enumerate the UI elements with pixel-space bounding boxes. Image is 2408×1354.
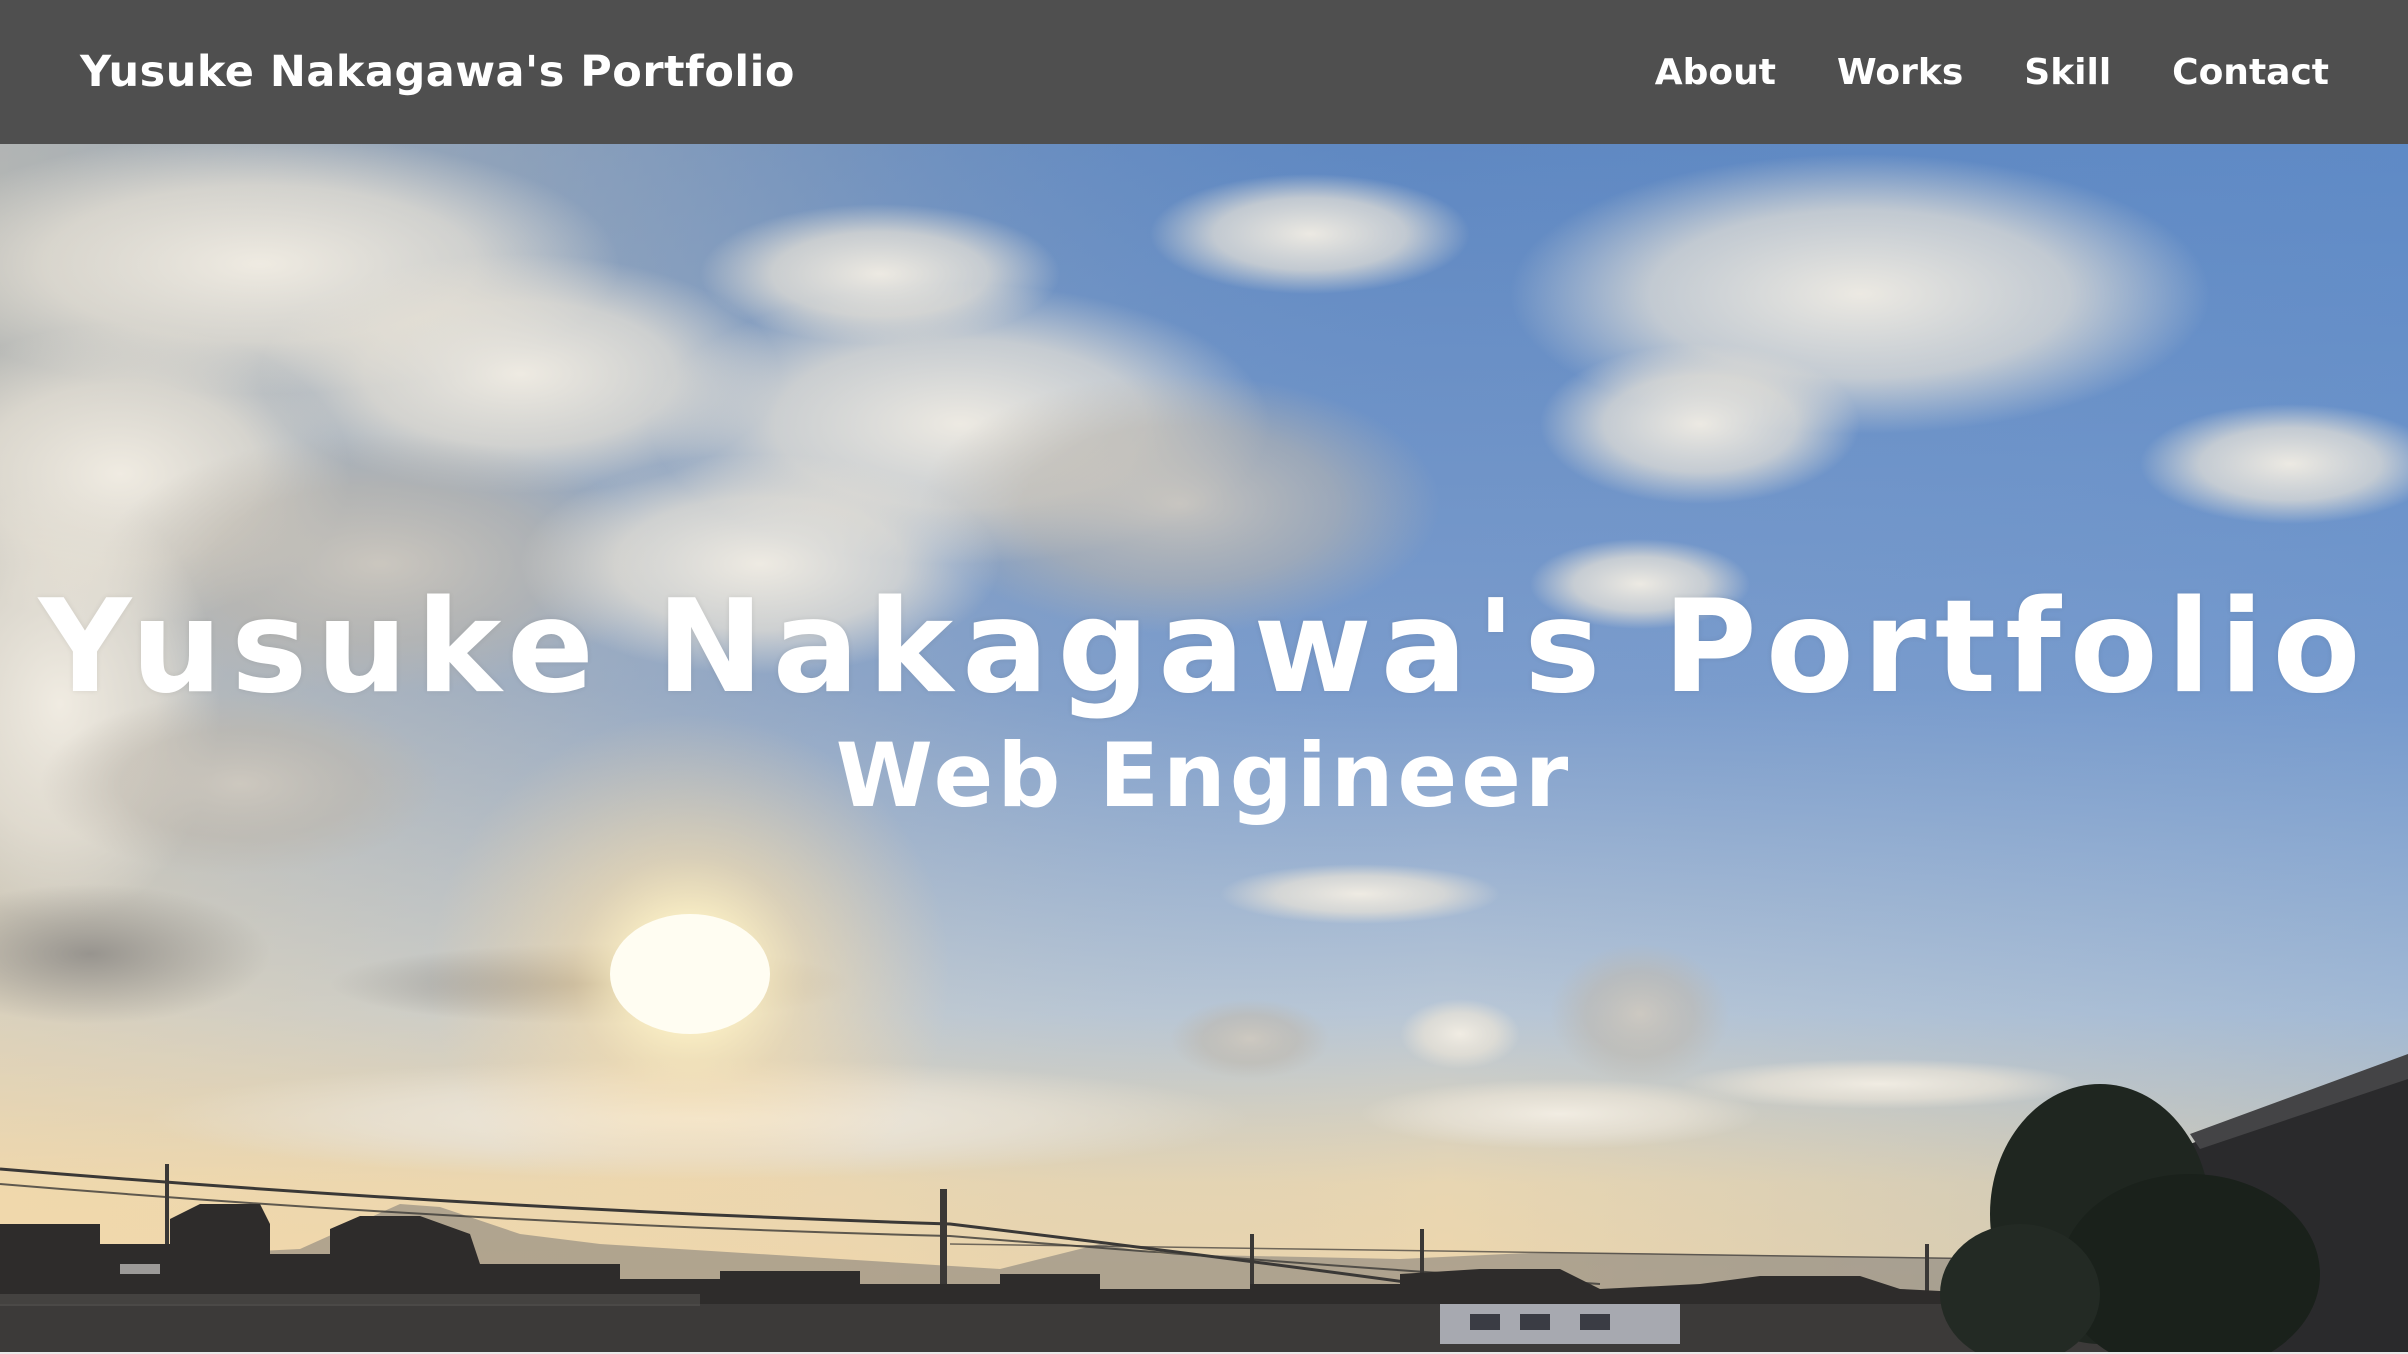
site-title[interactable]: Yusuke Nakagawa's Portfolio bbox=[80, 47, 795, 97]
nav-works-link[interactable]: Works bbox=[1837, 52, 1963, 93]
nav-contact-link[interactable]: Contact bbox=[2172, 52, 2329, 93]
nav-skill-link[interactable]: Skill bbox=[2024, 52, 2111, 93]
hero-subtitle: Web Engineer bbox=[835, 724, 1573, 827]
main-nav: About Works Skill Contact bbox=[1655, 52, 2329, 93]
hero-title: Yusuke Nakagawa's Portfolio bbox=[38, 573, 2370, 722]
hero-section: Yusuke Nakagawa's Portfolio Web Engineer bbox=[0, 144, 2408, 1353]
nav-about-link[interactable]: About bbox=[1655, 52, 1776, 93]
site-header: Yusuke Nakagawa's Portfolio About Works … bbox=[0, 0, 2408, 144]
